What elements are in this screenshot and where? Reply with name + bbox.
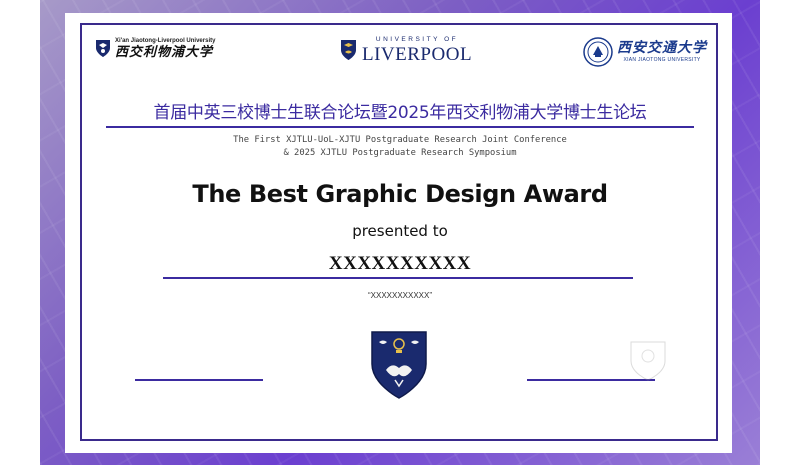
recipient-name: XXXXXXXXXX	[328, 253, 472, 274]
presented-to-label: presented to	[352, 222, 448, 240]
xjtlu-english-name: Xi'an Jiaotong-Liverpool University	[115, 38, 216, 44]
xjtu-english-name: XIAN JIAOTONG UNIVERSITY	[623, 57, 701, 63]
xjtu-logo: 西安交通大学 XIAN JIAOTONG UNIVERSITY	[583, 37, 707, 67]
uol-liverpool: LIVERPOOL	[362, 43, 473, 65]
recipient-underline	[163, 277, 633, 279]
xjtlu-logo: Xi'an Jiaotong-Liverpool University 西交利物…	[95, 38, 215, 59]
xjtlu-shield-icon	[96, 40, 110, 57]
uol-university-of: UNIVERSITY OF	[375, 36, 459, 43]
title-underline	[106, 126, 694, 128]
xjtu-seal-icon	[583, 37, 613, 67]
xjtlu-chinese-name: 西交利物浦大学	[115, 45, 214, 60]
left-signature-line	[135, 379, 263, 381]
certificate-chinese-title: 首届中英三校博士生联合论坛暨2025年西交利物浦大学博士生论坛	[153, 103, 647, 123]
uol-logo: UNIVERSITY OF LIVERPOOL	[340, 36, 473, 65]
university-crest-icon	[371, 331, 427, 399]
award-title: The Best Graphic Design Award	[192, 180, 608, 208]
work-title: “XXXXXXXXXXX”	[367, 291, 433, 300]
liverpool-shield-icon	[341, 40, 356, 61]
english-subtitle-line-1: The First XJTLU-UoL-XJTU Postgraduate Re…	[233, 135, 567, 145]
xjtu-chinese-name: 西安交通大学	[617, 40, 707, 56]
english-subtitle-line-2: & 2025 XJTLU Postgraduate Research Sympo…	[283, 148, 517, 158]
faint-seal-watermark-icon	[630, 341, 666, 381]
